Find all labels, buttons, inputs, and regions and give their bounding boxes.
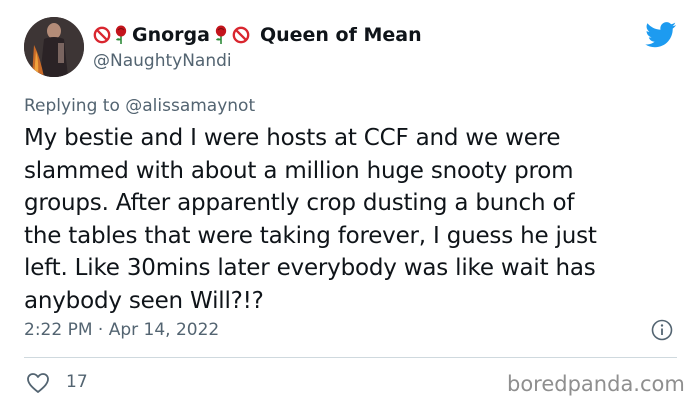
display-name-suffix: Queen of Mean [259,24,422,46]
no-entry-sign-icon [232,26,250,44]
tweet-text-line: anybody seen Will?!? [24,287,264,314]
no-entry-sign-icon [93,26,111,44]
tweet-text-line: the tables that were taking forever, I g… [24,222,597,249]
info-icon[interactable] [651,319,673,341]
display-name-prefix: Gnorga [132,24,210,46]
watermark: boredpanda.com [507,372,685,396]
avatar[interactable] [24,17,84,77]
display-name[interactable]: Gnorga Queen of Mean [93,22,422,48]
tweet-text-line: left. Like 30mins later everybody was li… [24,255,596,281]
avatar-image [24,17,84,77]
tweet-text-line: My bestie and I were hosts at CCF and we… [24,125,561,151]
tweet-text-line: groups. After apparently crop dusting a … [24,190,575,216]
rose-icon [215,25,227,44]
like-count: 17 [66,372,88,392]
reply-prefix: Replying to [24,96,120,116]
twitter-bird-icon[interactable] [645,22,677,48]
reply-context: Replying to @alissamaynot [24,96,255,116]
rose-icon [115,25,127,44]
tweet-timestamp[interactable]: 2:22 PM · Apr 14, 2022 [24,320,219,340]
heart-icon[interactable] [26,372,50,394]
divider [24,357,677,358]
user-handle[interactable]: @NaughtyNandi [93,51,232,71]
tweet-text-line: slammed with about a million huge snooty… [24,157,574,184]
reply-mention-link[interactable]: @alissamaynot [125,96,255,116]
tweet-text: My bestie and I were hosts at CCF and we… [24,122,684,317]
